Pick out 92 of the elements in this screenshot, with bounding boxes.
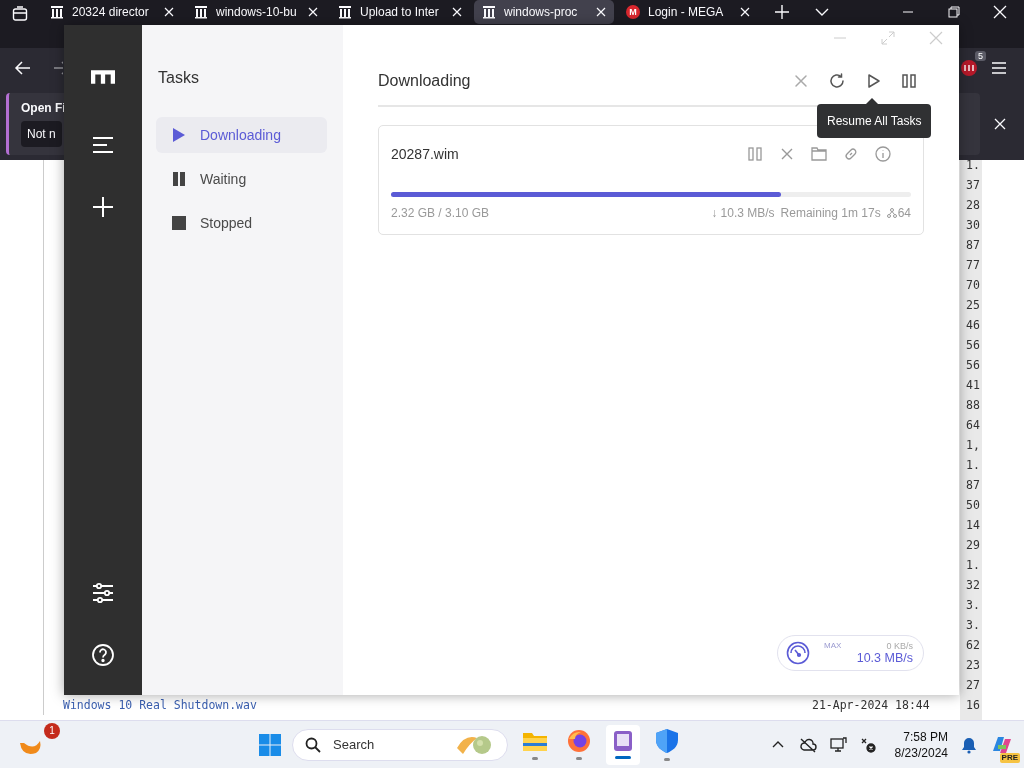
help-icon[interactable] — [91, 643, 115, 667]
download-speed: 10.3 MB/s — [856, 651, 913, 665]
browser-tab[interactable]: windows-proc — [474, 0, 614, 24]
file-size: 37 — [966, 178, 980, 192]
search-field[interactable]: Search — [331, 736, 445, 753]
clock-date[interactable]: 8/23/2024 — [894, 744, 948, 761]
browser-tab[interactable]: 20324 director — [42, 0, 182, 24]
file-size: 64 — [966, 418, 980, 432]
file-size: 25 — [966, 298, 980, 312]
file-size: 56 — [966, 338, 980, 352]
search-bar[interactable]: Search — [292, 728, 508, 761]
file-size: 30 — [966, 218, 980, 232]
file-size: 77 — [966, 258, 980, 272]
link-icon[interactable] — [843, 146, 859, 162]
file-size: 50 — [966, 498, 980, 512]
task-filter-item[interactable]: Waiting — [156, 161, 327, 197]
file-size: 1. — [966, 558, 980, 572]
restore-icon[interactable] — [946, 4, 962, 20]
remaining-time: Remaining 1m 17s — [780, 206, 881, 220]
tooltip-arrow — [866, 98, 878, 104]
file-size: 1, — [966, 438, 980, 452]
file-size: 46 — [966, 318, 980, 332]
firefox-icon — [567, 729, 591, 753]
bell-icon[interactable] — [960, 735, 978, 754]
menu-icon[interactable] — [990, 59, 1008, 77]
columns-icon — [482, 5, 496, 19]
panel-title: Tasks — [158, 69, 200, 87]
progress-text: 2.32 GB / 3.10 GB — [391, 206, 491, 220]
new-tab-icon[interactable] — [774, 4, 790, 20]
refresh-icon[interactable] — [828, 72, 846, 90]
play-icon — [172, 127, 186, 143]
logo-icon — [91, 69, 115, 85]
browser-tab[interactable]: Upload to Inter — [330, 0, 470, 24]
file-size: 3. — [966, 598, 980, 612]
file-size: 27 — [966, 678, 980, 692]
search-icon — [305, 736, 321, 753]
task-name: 20287.wim — [391, 146, 460, 162]
file-date: 21-Apr-2024 18:44 — [812, 698, 931, 712]
pause-icon[interactable] — [900, 72, 918, 90]
windows-start-icon[interactable] — [258, 732, 282, 757]
notification-badge: 1 — [44, 722, 60, 739]
pause-icon — [172, 171, 186, 187]
tooltip: Resume All Tasks — [817, 104, 932, 138]
file-size: 88 — [966, 398, 980, 412]
info-icon[interactable] — [875, 146, 891, 162]
settings-icon[interactable] — [91, 581, 115, 605]
speed-limit-label: MAX — [824, 641, 842, 650]
clock-time[interactable]: 7:58 PM — [903, 728, 948, 745]
mega-icon: M — [626, 5, 640, 19]
file-size: 1. — [966, 160, 980, 172]
columns-icon — [194, 5, 208, 19]
file-size: 87 — [966, 238, 980, 252]
file-size: 14 — [966, 518, 980, 532]
folder-icon[interactable] — [811, 146, 827, 162]
file-size: 3. — [966, 618, 980, 632]
forward-icon[interactable] — [52, 59, 63, 77]
task-filter-item[interactable]: Downloading — [156, 117, 327, 153]
file-size: 87 — [966, 478, 980, 492]
extension-badge: 5 — [975, 51, 986, 61]
file-size: 56 — [966, 358, 980, 372]
file-link[interactable]: Windows 10 Real Shutdown.wav — [63, 698, 812, 712]
file-size: 16 — [966, 698, 980, 712]
preview-badge: PRE — [999, 752, 1020, 763]
file-size: 32 — [966, 578, 980, 592]
upload-speed: 0 KB/s — [886, 641, 913, 651]
task-filter-item[interactable]: Stopped — [156, 205, 327, 241]
notification-button[interactable]: Not n — [21, 121, 62, 147]
connection-count: 64 — [897, 206, 911, 220]
file-size: 70 — [966, 278, 980, 292]
back-icon[interactable] — [14, 59, 32, 77]
shield-icon — [655, 728, 679, 754]
file-size: 62 — [966, 638, 980, 652]
browser-tab[interactable]: M Login - MEGA — [618, 0, 758, 24]
page-title: Downloading — [378, 72, 472, 90]
app-window-icon — [612, 730, 634, 752]
extension-icon[interactable] — [960, 59, 978, 77]
file-size: 29 — [966, 538, 980, 552]
file-size: 28 — [966, 198, 980, 212]
taskbar-app[interactable] — [606, 724, 640, 765]
columns-icon — [50, 5, 64, 19]
add-icon[interactable] — [91, 195, 115, 219]
tab-list-icon[interactable] — [12, 6, 28, 22]
gauge-icon — [786, 641, 810, 665]
file-size: 41 — [966, 378, 980, 392]
connections-icon — [886, 208, 897, 218]
columns-icon — [338, 5, 352, 19]
display-icon[interactable] — [828, 735, 847, 754]
file-size: 23 — [966, 658, 980, 672]
stop-icon — [172, 215, 186, 231]
download-speed: ↓ 10.3 MB/s — [711, 206, 775, 220]
browser-tab[interactable]: windows-10-bu — [186, 0, 326, 24]
file-size: 1. — [966, 458, 980, 472]
